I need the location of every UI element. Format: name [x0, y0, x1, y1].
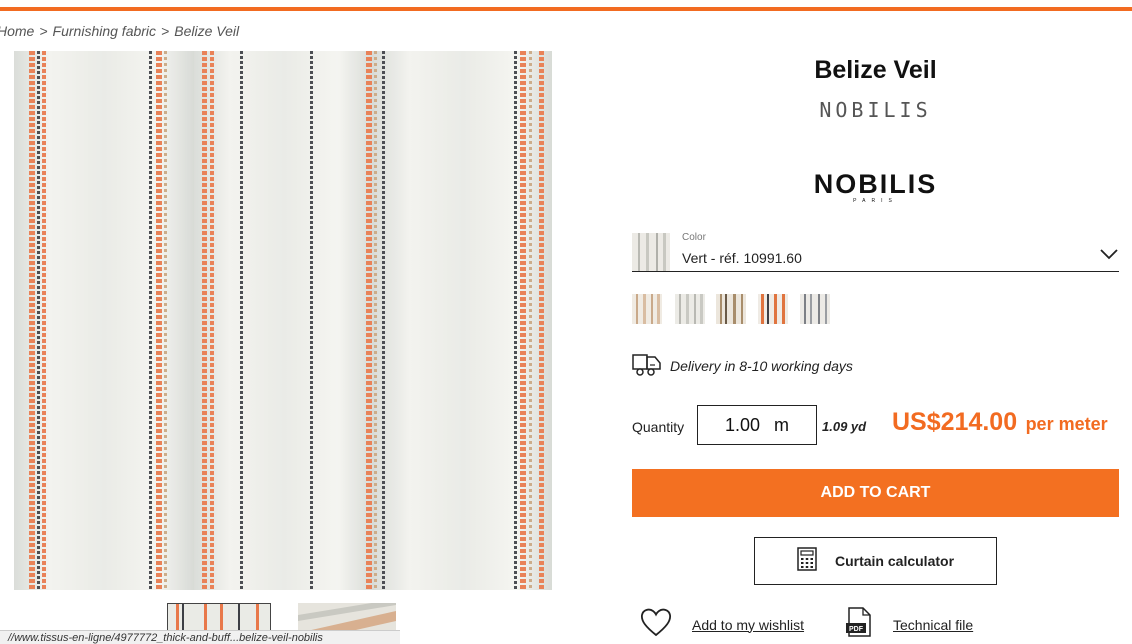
- curtain-calculator-label: Curtain calculator: [834, 553, 955, 569]
- quantity-input[interactable]: 1.00 m: [697, 405, 817, 445]
- brand-subtitle[interactable]: NOBILIS: [632, 98, 1119, 122]
- brand-logo[interactable]: NOBILIS PARIS: [632, 170, 1119, 204]
- heart-icon: [640, 607, 672, 642]
- brand-logo-city: PARIS: [853, 198, 898, 204]
- quantity-yards: 1.09 yd: [822, 419, 867, 434]
- quantity-label: Quantity: [632, 419, 685, 435]
- price-unit: per meter: [1025, 414, 1108, 434]
- svg-text:PDF: PDF: [849, 626, 864, 633]
- selected-color-swatch: [632, 233, 670, 271]
- swatch-vert[interactable]: [675, 294, 705, 324]
- truck-icon: [632, 351, 662, 382]
- chevron-down-icon[interactable]: [1099, 247, 1119, 265]
- delivery-info: Delivery in 8-10 working days: [632, 353, 853, 379]
- price-amount: US$214.00: [892, 408, 1018, 436]
- color-select-label: Color: [682, 232, 706, 243]
- calculator-icon: [797, 546, 817, 576]
- quantity-value: 1.00: [724, 414, 761, 435]
- swatch-image: [758, 294, 788, 324]
- top-accent-bar: [0, 7, 1132, 11]
- swatch-natural[interactable]: [716, 294, 746, 324]
- swatch-beige[interactable]: [632, 294, 662, 324]
- swatch-image: [716, 294, 746, 324]
- pdf-icon: PDF: [845, 607, 873, 642]
- status-bar-url: //www.tissus-en-ligne/4977772_thick-and-…: [0, 630, 400, 644]
- delivery-text: Delivery in 8-10 working days: [670, 358, 853, 374]
- brand-logo-name: NOBILIS: [813, 169, 938, 199]
- breadcrumb-category[interactable]: Furnishing fabric: [53, 23, 157, 39]
- product-main-image[interactable]: [14, 51, 552, 590]
- add-to-wishlist-link[interactable]: Add to my wishlist: [640, 607, 804, 642]
- swatch-image: [800, 294, 830, 324]
- breadcrumb-home[interactable]: Home: [0, 23, 34, 39]
- breadcrumb: Home > Furnishing fabric > Belize Veil: [0, 23, 239, 39]
- swatch-image: [632, 294, 662, 324]
- technical-file-label: Technical file: [893, 616, 974, 633]
- color-select[interactable]: Color Vert - réf. 10991.60: [632, 229, 1119, 272]
- price: US$214.00 per meter: [892, 408, 1108, 437]
- breadcrumb-separator: >: [161, 23, 170, 39]
- technical-file-link[interactable]: PDF Technical file: [845, 607, 973, 642]
- product-title: Belize Veil: [814, 56, 937, 84]
- color-select-value: Vert - réf. 10991.60: [682, 250, 802, 266]
- selected-color-thumbnail: [632, 233, 670, 271]
- quantity-unit: m: [774, 414, 790, 435]
- wishlist-label: Add to my wishlist: [692, 616, 805, 633]
- swatch-orange[interactable]: [758, 294, 788, 324]
- breadcrumb-current: Belize Veil: [174, 23, 240, 39]
- swatch-grey[interactable]: [800, 294, 830, 324]
- fabric-image: [14, 51, 552, 590]
- add-to-cart-button[interactable]: ADD TO CART: [632, 469, 1119, 517]
- breadcrumb-separator: >: [39, 23, 48, 39]
- curtain-calculator-button[interactable]: Curtain calculator: [754, 537, 997, 585]
- swatch-image: [675, 294, 705, 324]
